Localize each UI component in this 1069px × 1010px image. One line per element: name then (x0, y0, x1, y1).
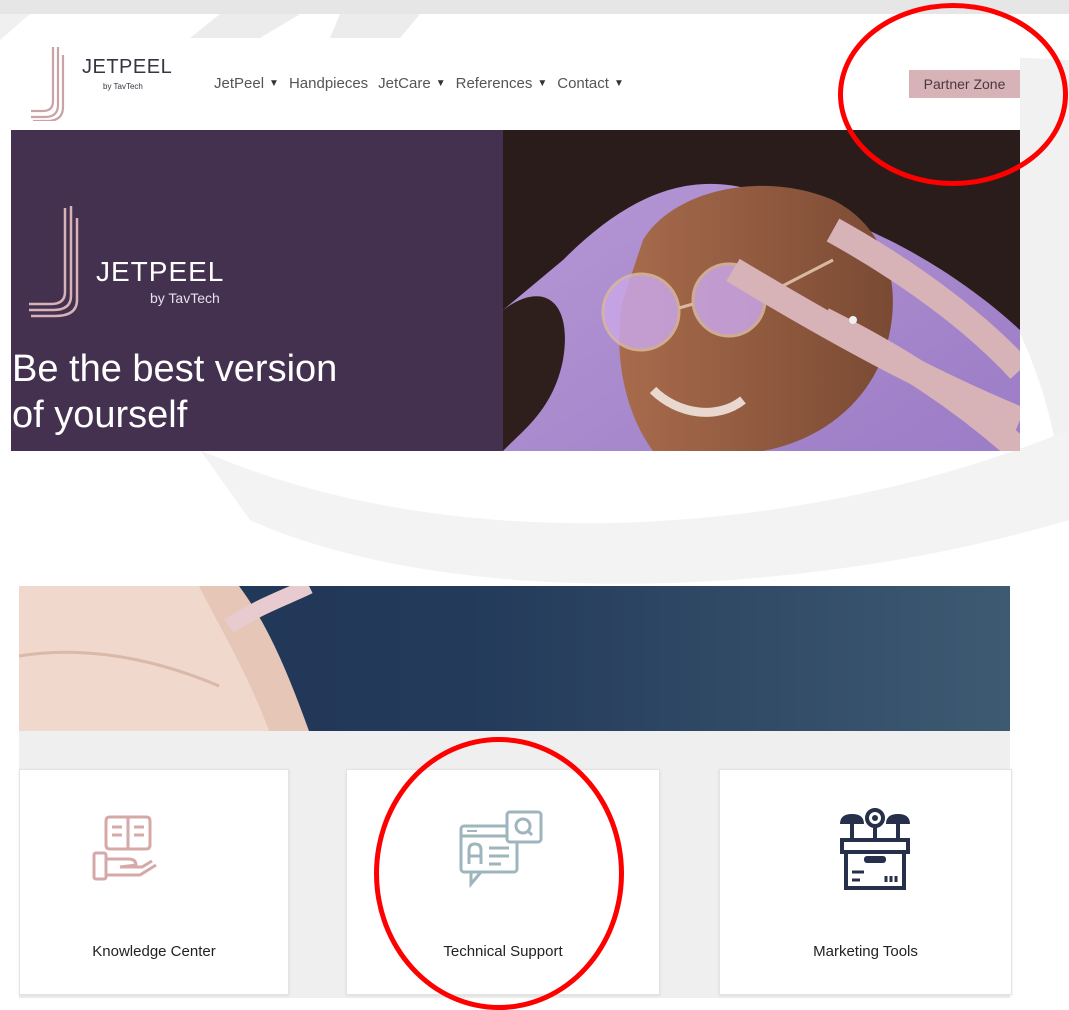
hero-logo-title: JETPEEL (96, 256, 225, 287)
knowledge-center-card[interactable]: Knowledge Center (19, 769, 289, 995)
nav-item-label: References (455, 75, 533, 92)
hero-tagline: Be the best version of yourself (12, 346, 432, 438)
logo-subtitle: by TavTech (103, 82, 143, 91)
caret-down-icon: ▼ (537, 78, 548, 89)
annotation-circle-technical-support (374, 737, 624, 1010)
nav-item-contact[interactable]: Contact ▼ (557, 75, 624, 92)
jetpeel-logo[interactable]: JETPEEL by TavTech (25, 45, 172, 121)
hero-logo-icon (29, 206, 79, 318)
partner-zone-banner (19, 586, 1010, 731)
nav-item-references[interactable]: References ▼ (456, 75, 548, 92)
nav-item-label: JetCare (378, 75, 431, 92)
card-label: Marketing Tools (813, 943, 918, 960)
logo-title: JETPEEL (82, 56, 173, 78)
annotation-circle-partner-zone (838, 3, 1068, 186)
nav-item-label: Contact (557, 75, 609, 92)
hero-banner: JETPEEL by TavTech Be the best version o… (11, 130, 1020, 451)
main-menu: JetPeel ▼ Handpieces JetCare ▼ References ▼… (214, 75, 634, 92)
nav-item-label: Handpieces (288, 75, 369, 92)
hero-text-panel: JETPEEL by TavTech Be the best version o… (11, 130, 503, 451)
shoulder-banner-image (19, 586, 313, 731)
tagline-line-2: of yourself (12, 394, 188, 436)
card-label: Knowledge Center (92, 943, 216, 960)
nav-item-jetpeel[interactable]: JetPeel ▼ (214, 75, 279, 92)
jetpeel-logo-icon (31, 47, 65, 121)
nav-item-label: JetPeel (214, 75, 265, 92)
marketing-tools-card[interactable]: Marketing Tools (719, 769, 1012, 995)
caret-down-icon: ▼ (613, 78, 624, 89)
caret-down-icon: ▼ (435, 78, 446, 89)
box-network-icon (840, 808, 910, 890)
caret-down-icon: ▼ (269, 78, 279, 89)
nav-item-handpieces[interactable]: Handpieces (289, 75, 368, 92)
book-hand-icon (92, 815, 157, 881)
nav-item-jetcare[interactable]: JetCare ▼ (378, 75, 445, 92)
tagline-line-1: Be the best version (12, 348, 338, 390)
hero-logo-subtitle: by TavTech (150, 290, 220, 306)
